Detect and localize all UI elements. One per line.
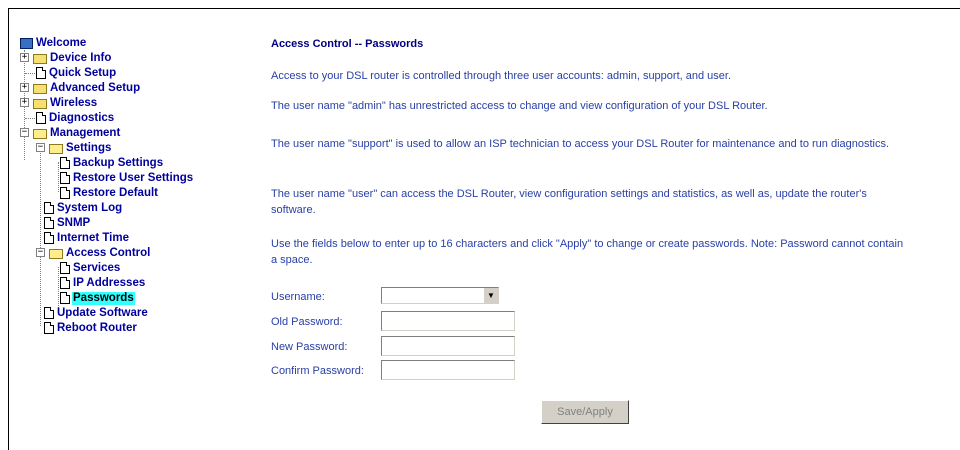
nav-label: IP Addresses [73,276,146,289]
nav-label: Internet Time [57,231,129,244]
nav-label: Diagnostics [49,111,115,124]
page-icon [44,232,54,244]
nav-wireless[interactable]: + Wireless [20,96,98,110]
nav-access-control[interactable]: − Access Control [36,246,151,260]
confirm-password-label: Confirm Password: [271,365,364,377]
folder-icon [33,98,47,109]
nav-diagnostics[interactable]: Diagnostics [20,111,115,125]
intro-paragraph: Access to your DSL router is controlled … [271,70,732,82]
new-password-label: New Password: [271,341,348,353]
nav-internet-time[interactable]: Internet Time [44,231,130,245]
folder-icon [33,83,47,94]
old-password-field[interactable] [381,311,515,331]
nav-label: Management [50,126,121,139]
nav-system-log[interactable]: System Log [44,201,123,215]
new-password-field[interactable] [381,336,515,356]
page-icon [60,292,70,304]
computer-icon [20,37,33,49]
page-icon [44,217,54,229]
page-icon [36,112,46,124]
nav-settings[interactable]: − Settings [36,141,112,155]
instructions-paragraph: Use the fields below to enter up to 16 c… [271,238,904,266]
nav-advanced-setup[interactable]: + Advanced Setup [20,81,141,95]
folder-open-icon [49,248,63,259]
nav-label: Access Control [66,246,151,259]
nav-passwords[interactable]: Passwords [60,291,135,305]
nav-label: Update Software [57,306,148,319]
nav-label: Welcome [36,36,87,49]
nav-label: Quick Setup [49,66,117,79]
expand-icon[interactable]: + [20,83,29,92]
nav-label: Passwords [72,291,135,305]
collapse-icon[interactable]: − [20,128,29,137]
page-icon [60,262,70,274]
expand-icon[interactable]: + [20,53,29,62]
page-icon [44,322,54,334]
page-icon [44,307,54,319]
page-icon [44,202,54,214]
nav-management[interactable]: − Management [20,126,121,140]
nav-label: SNMP [57,216,91,229]
nav-restore-user-settings[interactable]: Restore User Settings [60,171,194,185]
nav-label: Backup Settings [73,156,164,169]
admin-paragraph: The user name "admin" has unrestricted a… [271,100,768,112]
nav-ip-addresses[interactable]: IP Addresses [60,276,146,290]
nav-snmp[interactable]: SNMP [44,216,91,230]
tree-line [58,162,59,192]
nav-welcome[interactable]: Welcome [20,36,87,50]
folder-open-icon [49,143,63,154]
nav-quick-setup[interactable]: Quick Setup [20,66,117,80]
collapse-icon[interactable]: − [36,248,45,257]
nav-tree: Welcome + Device Info Quick Setup + Adva… [20,36,250,346]
nav-update-software[interactable]: Update Software [44,306,149,320]
nav-label: System Log [57,201,123,214]
page-icon [60,172,70,184]
username-label: Username: [271,291,325,303]
nav-label: Restore User Settings [73,171,194,184]
nav-backup-settings[interactable]: Backup Settings [60,156,164,170]
confirm-password-field[interactable] [381,360,515,380]
page-icon [60,187,70,199]
save-apply-button[interactable]: Save/Apply [541,400,629,424]
expand-icon[interactable]: + [20,98,29,107]
page-icon [36,67,46,79]
nav-reboot-router[interactable]: Reboot Router [44,321,138,335]
nav-label: Reboot Router [57,321,137,334]
support-paragraph: The user name "support" is used to allow… [271,138,890,150]
folder-open-icon [33,128,47,139]
old-password-label: Old Password: [271,316,343,328]
collapse-icon[interactable]: − [36,143,45,152]
page-title: Access Control -- Passwords [271,38,424,50]
nav-label: Advanced Setup [50,81,141,94]
page-icon [60,277,70,289]
page-icon [60,157,70,169]
nav-device-info[interactable]: + Device Info [20,51,112,65]
folder-icon [33,53,47,64]
user-paragraph: The user name "user" can access the DSL … [271,188,867,216]
nav-label: Device Info [50,51,112,64]
tree-line [40,151,41,326]
nav-restore-default[interactable]: Restore Default [60,186,159,200]
nav-services[interactable]: Services [60,261,121,275]
nav-label: Wireless [50,96,98,109]
nav-label: Services [73,261,121,274]
nav-label: Settings [66,141,112,154]
nav-label: Restore Default [73,186,158,199]
username-select[interactable]: ▼ [381,287,499,304]
chevron-down-icon[interactable]: ▼ [483,288,498,303]
